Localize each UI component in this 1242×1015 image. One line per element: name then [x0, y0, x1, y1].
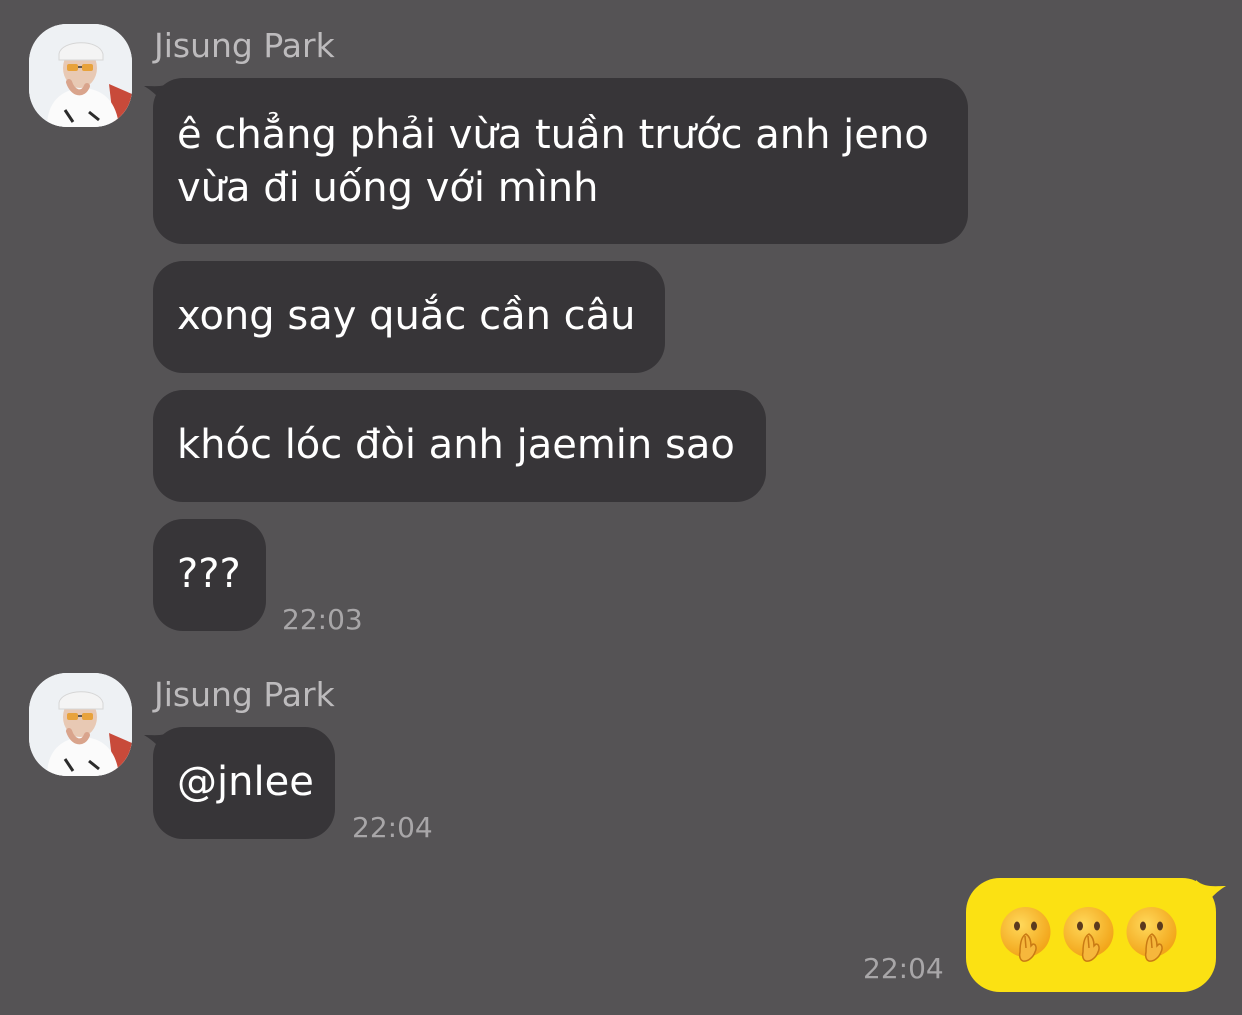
message-text: vừa đi uống với mình: [177, 165, 599, 211]
message-bubble[interactable]: khóc lóc đòi anh jaemin sao: [153, 390, 766, 502]
message-bubble[interactable]: ê chẳng phải vừa tuần trước anh jeno vừa…: [153, 78, 968, 244]
message-bubble[interactable]: ???: [153, 519, 266, 631]
message-text: ???: [177, 551, 241, 597]
sender-name: Jisung Park: [154, 675, 335, 714]
profile-photo-icon: [29, 673, 132, 776]
message-text: khóc lóc đòi anh jaemin sao: [177, 422, 735, 468]
message-text: xong say quắc cần câu: [177, 293, 636, 339]
message-bubble[interactable]: xong say quắc cần câu: [153, 261, 665, 373]
shushing-face-emoji-icon: [1063, 907, 1114, 962]
message-timestamp: 22:03: [282, 603, 363, 636]
message-text: ê chẳng phải vừa tuần trước anh jeno: [177, 112, 929, 158]
shushing-face-emoji-icon: [1126, 907, 1177, 962]
message-text: @jnlee: [177, 759, 314, 805]
shushing-face-emoji-icon: [1000, 907, 1051, 962]
message-timestamp: 22:04: [863, 952, 944, 985]
sender-avatar[interactable]: [29, 673, 132, 776]
sender-avatar[interactable]: [29, 24, 132, 127]
sender-name: Jisung Park: [154, 26, 335, 65]
message-timestamp: 22:04: [352, 811, 433, 844]
profile-photo-icon: [29, 24, 132, 127]
message-bubble[interactable]: @jnlee: [153, 727, 335, 839]
emoji-group: [999, 906, 1178, 964]
